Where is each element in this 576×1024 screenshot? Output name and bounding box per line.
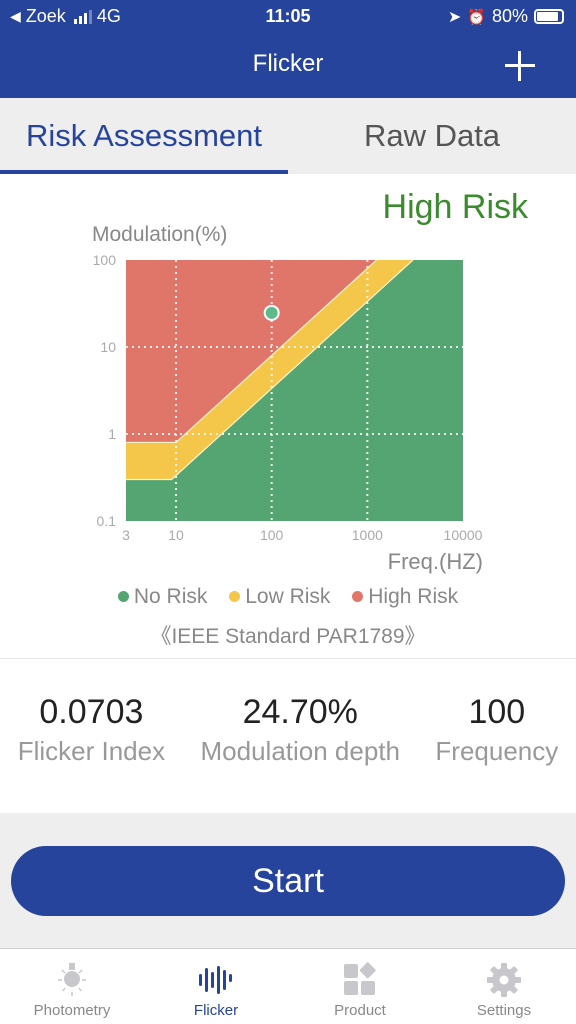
- page-title: Flicker: [252, 50, 324, 77]
- x-tick-label: 1000: [352, 527, 383, 543]
- legend-label: No Risk: [133, 584, 208, 608]
- legend-dot-green: [117, 591, 129, 602]
- y-tick-label: 10: [100, 339, 116, 355]
- legend-dot-yellow: [229, 591, 241, 602]
- chart-legend: No Risk Low Risk High Risk: [0, 584, 576, 609]
- battery-percent: 80%: [491, 6, 528, 26]
- legend-label: High Risk: [368, 584, 459, 608]
- gear-icon: [432, 958, 576, 1002]
- stat-value: 0.0703: [39, 693, 144, 731]
- stat-label: Flicker Index: [17, 736, 166, 766]
- stat-flicker-index: 0.0703 Flicker Index: [18, 690, 165, 767]
- stat-modulation-depth: 24.70% Modulation depth: [201, 690, 400, 767]
- divider: [0, 658, 576, 659]
- y-tick-label: 100: [93, 252, 117, 268]
- status-right: ➤ ⏰ 80%: [448, 6, 564, 27]
- tabbar-label: Flicker: [193, 1002, 239, 1019]
- x-axis-label: Freq.(HZ): [388, 549, 483, 574]
- tabbar-label: Photometry: [33, 1002, 111, 1019]
- x-tick-label: 10: [168, 527, 184, 543]
- tab-raw-data[interactable]: Raw Data: [288, 98, 576, 174]
- start-button[interactable]: Start: [11, 846, 565, 916]
- status-bar: ◀ Zoek 4G 11:05 ➤ ⏰ 80%: [0, 0, 576, 34]
- grid-icon: [288, 958, 432, 1002]
- stat-label: Modulation depth: [200, 736, 400, 766]
- measurement-point: [263, 304, 280, 321]
- stat-frequency: 100 Frequency: [435, 690, 558, 767]
- action-area: Start: [0, 813, 576, 949]
- stat-value: 100: [468, 693, 526, 731]
- x-tick-label: 10000: [444, 527, 483, 543]
- standard-reference: 《IEEE Standard PAR1789》: [150, 625, 426, 648]
- y-axis-label: Modulation(%): [92, 223, 227, 246]
- x-tick-label: 3: [122, 527, 130, 543]
- segment-tabs: Risk Assessment Raw Data: [0, 98, 576, 174]
- plus-icon[interactable]: [504, 50, 536, 82]
- legend-item-no-risk: No Risk: [117, 584, 208, 609]
- legend-item-low-risk: Low Risk: [229, 585, 330, 609]
- tabbar-label: Product: [334, 1002, 386, 1019]
- nav-bar: Flicker: [0, 34, 576, 98]
- battery-icon: [534, 9, 564, 24]
- lightbulb-icon: [0, 958, 144, 1002]
- y-tick-label: 0.1: [97, 513, 117, 529]
- tabbar-item-photometry[interactable]: Photometry: [0, 950, 144, 1024]
- flicker-risk-chart: 3 10 100 1000 10000 0.1 1 10 100 Modulation(%) Fre…: [92, 223, 483, 574]
- alarm-icon: ⏰: [467, 8, 486, 26]
- tab-risk-assessment[interactable]: Risk Assessment: [0, 98, 288, 174]
- stats-row: 0.0703 Flicker Index 24.70% Modulation d…: [0, 690, 576, 767]
- tabbar-label: Settings: [476, 1002, 532, 1019]
- legend-label: Low Risk: [245, 584, 331, 608]
- stat-label: Frequency: [435, 736, 559, 766]
- location-icon: ➤: [447, 8, 462, 26]
- x-tick-label: 100: [260, 527, 284, 543]
- legend-dot-red: [352, 591, 364, 602]
- bottom-tab-bar: Photometry Flicker Product Settings: [0, 950, 576, 1024]
- y-tick-label: 1: [108, 426, 116, 442]
- waveform-icon: [144, 958, 288, 1002]
- tabbar-item-product[interactable]: Product: [288, 950, 432, 1024]
- stat-value: 24.70%: [242, 693, 358, 731]
- tabbar-item-settings[interactable]: Settings: [432, 950, 576, 1024]
- tabbar-item-flicker[interactable]: Flicker: [144, 950, 288, 1024]
- legend-item-high-risk: High Risk: [352, 585, 458, 609]
